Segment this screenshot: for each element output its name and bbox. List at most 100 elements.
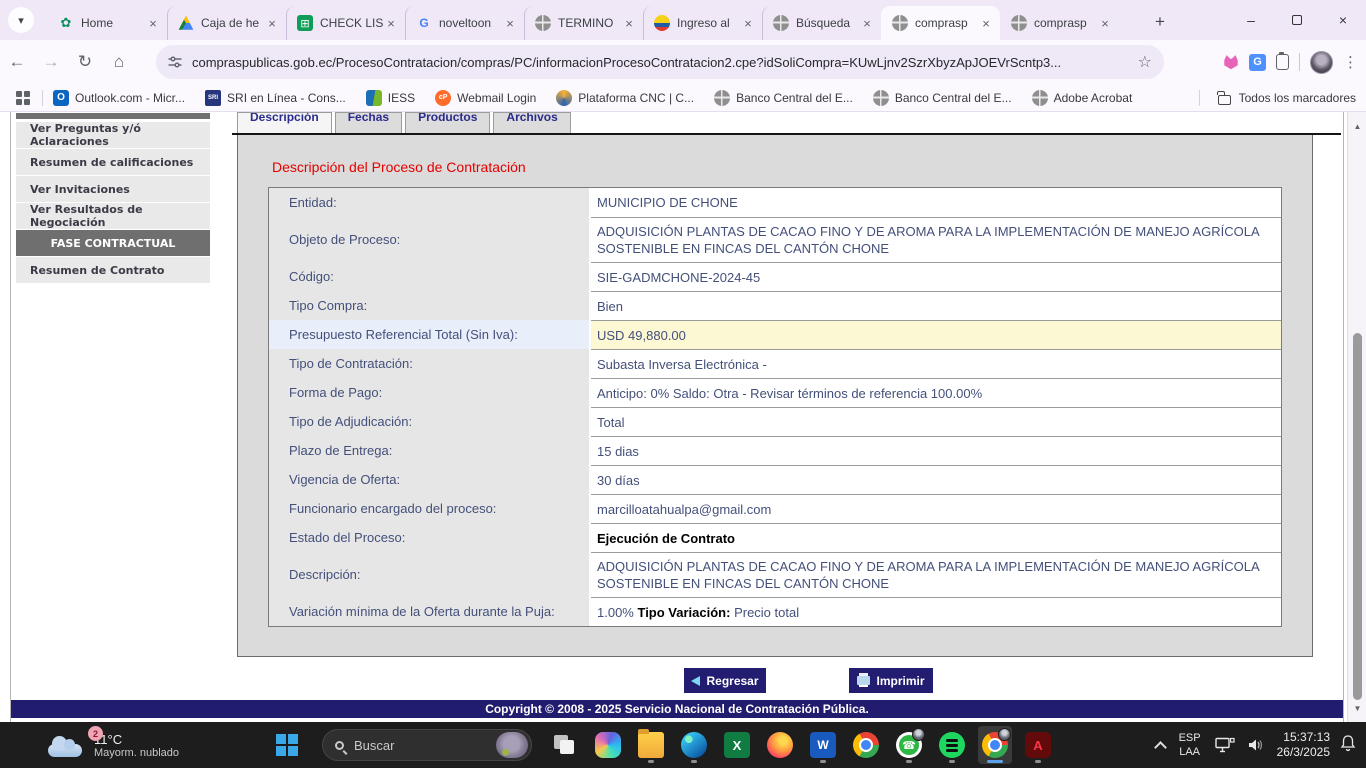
sidebar-item[interactable]: Ver Invitaciones [16, 176, 210, 202]
row-label: Estado del Proceso: [269, 523, 591, 552]
forward-button[interactable]: → [34, 45, 68, 79]
imprimir-button[interactable]: Imprimir [849, 668, 933, 693]
taskbar-app-acrobat[interactable] [1025, 726, 1051, 764]
content-tab[interactable]: Fechas [335, 112, 402, 133]
site-info-icon[interactable] [168, 55, 182, 69]
tab-close-icon[interactable]: × [502, 16, 518, 31]
bookmark-outlook[interactable]: Outlook.com - Micr... [53, 90, 185, 106]
scrollbar[interactable]: ▲ ▼ [1347, 112, 1366, 722]
home-button[interactable]: ⌂ [102, 45, 136, 79]
taskbar-app-chrome[interactable] [853, 726, 879, 764]
tray-chevron-up-icon[interactable] [1154, 741, 1167, 754]
maximize-button[interactable] [1274, 0, 1320, 40]
browser-tab-globe[interactable]: TERMINO × [524, 6, 643, 40]
taskbar-app-edge[interactable] [681, 726, 707, 764]
taskbar-app-whatsapp[interactable] [896, 726, 922, 764]
content-tab[interactable]: Descripción [237, 112, 332, 133]
volume-icon[interactable] [1247, 737, 1265, 753]
folder-icon [1218, 95, 1231, 105]
new-tab-button[interactable]: + [1148, 10, 1172, 34]
bookmark-globe[interactable]: Banco Central del E... [714, 90, 853, 106]
extension-pink-icon[interactable] [1223, 55, 1239, 70]
taskbar-app-word[interactable] [810, 726, 836, 764]
content-tab[interactable]: Productos [405, 112, 490, 133]
browser-tab-globe[interactable]: Búsqueda × [762, 6, 881, 40]
translate-icon[interactable]: G [1249, 54, 1266, 71]
taskbar-app-spotify[interactable] [939, 726, 965, 764]
tab-close-icon[interactable]: × [264, 16, 280, 31]
table-row: Forma de Pago: Anticipo: 0% Saldo: Otra … [269, 378, 1281, 407]
running-indicator [1035, 760, 1041, 763]
close-button[interactable]: × [1320, 0, 1366, 40]
browser-tab-ecuador[interactable]: Ingreso al × [643, 6, 762, 40]
weather-widget[interactable]: 2 11°C Mayorm. nublado [48, 726, 218, 764]
table-row: Variación mínima de la Oferta durante la… [269, 597, 1281, 626]
tab-close-icon[interactable]: × [145, 16, 161, 31]
taskbar-app-excel[interactable] [724, 726, 750, 764]
sidebar-item[interactable]: Ver Resultados de Negociación [16, 203, 210, 229]
reload-button[interactable]: ↻ [68, 45, 102, 79]
browser-tab-globe[interactable]: comprasp × [881, 6, 1000, 40]
back-button[interactable]: ← [0, 45, 34, 79]
taskbar-app-explorer[interactable] [638, 726, 664, 764]
bookmark-label: SRI en Línea - Cons... [227, 91, 346, 105]
browser-tab-drive[interactable]: Caja de he × [167, 6, 286, 40]
browser-tab-globe[interactable]: comprasp × [1000, 6, 1119, 40]
taskbar-app-chrome[interactable] [978, 726, 1012, 764]
notifications-bell-icon[interactable] [1340, 734, 1356, 757]
bookmark-cnc[interactable]: Plataforma CNC | C... [556, 90, 694, 106]
tab-close-icon[interactable]: × [740, 16, 756, 31]
tab-search-button[interactable]: ▾ [8, 7, 34, 33]
clock[interactable]: 15:37:13 26/3/2025 [1277, 730, 1330, 760]
search-highlight-image[interactable] [496, 732, 528, 758]
bookmark-globe[interactable]: Banco Central del E... [873, 90, 1012, 106]
weather-badge: 2 [88, 726, 103, 741]
browser-tab-sheets[interactable]: CHECK LIS × [286, 6, 405, 40]
row-label: Objeto de Proceso: [269, 217, 591, 262]
sidebar-item[interactable]: Ver Preguntas y/ó Aclaraciones [16, 122, 210, 148]
taskbar-search[interactable]: Buscar [322, 729, 532, 761]
window-controls: – × [1228, 0, 1366, 40]
row-label: Plazo de Entrega: [269, 436, 591, 465]
tab-close-icon[interactable]: × [383, 16, 399, 31]
profile-avatar[interactable] [1310, 51, 1333, 74]
bookmark-cpanel[interactable]: Webmail Login [435, 90, 536, 106]
tab-close-icon[interactable]: × [978, 16, 994, 31]
apps-grid-icon[interactable] [16, 91, 30, 105]
regresar-button[interactable]: Regresar [684, 668, 766, 693]
bookmark-iess[interactable]: IESS [366, 90, 415, 106]
sidebar-item[interactable]: Resumen de Contrato [16, 257, 210, 283]
scroll-down-icon[interactable]: ▼ [1348, 704, 1366, 713]
address-bar[interactable]: compraspublicas.gob.ec/ProcesoContrataci… [156, 45, 1164, 79]
row-value: SIE-GADMCHONE-2024-45 [591, 262, 1281, 291]
browser-tab-google[interactable]: noveltoon × [405, 6, 524, 40]
tab-close-icon[interactable]: × [621, 16, 637, 31]
content-tab[interactable]: Archivos [493, 112, 570, 133]
scrollbar-thumb[interactable] [1353, 333, 1362, 700]
bookmark-favicon [1032, 90, 1048, 106]
taskbar-app-copilot[interactable] [595, 726, 621, 764]
network-icon[interactable] [1215, 737, 1235, 753]
taskbar-app-firefox[interactable] [767, 726, 793, 764]
bookmark-globe[interactable]: Adobe Acrobat [1032, 90, 1133, 106]
browser-tab-home[interactable]: Home × [48, 6, 167, 40]
minimize-button[interactable]: – [1228, 0, 1274, 40]
taskbar-app-taskview[interactable] [552, 726, 578, 764]
clock-time: 15:37:13 [1277, 730, 1330, 745]
sidebar-item[interactable]: Resumen de calificaciones [16, 149, 210, 175]
maximize-icon [1292, 15, 1302, 25]
bookmark-sri[interactable]: SRI en Línea - Cons... [205, 90, 346, 106]
extensions-icon[interactable] [1276, 54, 1289, 70]
row-label: Tipo Compra: [269, 291, 591, 320]
menu-dots-icon[interactable]: ⋮ [1343, 53, 1358, 71]
scroll-up-icon[interactable]: ▲ [1348, 122, 1366, 131]
all-bookmarks-label[interactable]: Todos los marcadores [1239, 91, 1356, 105]
tab-favicon [297, 15, 313, 31]
tab-close-icon[interactable]: × [1097, 16, 1113, 31]
start-button[interactable] [272, 730, 302, 760]
sidebar-item[interactable]: FASE CONTRACTUAL [16, 230, 210, 256]
tab-title: TERMINO [558, 16, 621, 30]
bookmark-star-icon[interactable]: ☆ [1138, 52, 1152, 72]
tab-close-icon[interactable]: × [859, 16, 875, 31]
language-indicator[interactable]: ESP LAA [1179, 731, 1201, 759]
